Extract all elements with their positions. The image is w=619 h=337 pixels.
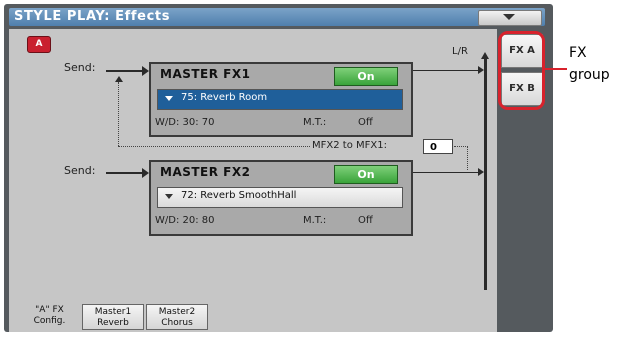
- arrow-right-icon: [142, 168, 149, 178]
- tab-label-line1: Master1: [94, 307, 132, 317]
- tab-a-fx-config[interactable]: "A" FX Config.: [19, 303, 80, 329]
- fx2-mt-label: M.T.:: [303, 215, 327, 226]
- dropdown-icon: [165, 194, 173, 199]
- fx-group-callout: FX group: [569, 42, 610, 86]
- send-2-label: Send:: [64, 164, 96, 177]
- mfx-link-line: [118, 146, 310, 147]
- mfx2-to-mfx1-label: MFX2 to MFX1:: [312, 140, 387, 151]
- master-fx2-title: MASTER FX2: [160, 165, 251, 179]
- tab-label-line2: Chorus: [161, 318, 193, 328]
- fx2-mt-value[interactable]: Off: [358, 215, 373, 226]
- send-1-label: Send:: [64, 61, 96, 74]
- tab-label-line2: Reverb: [97, 318, 129, 328]
- send-2-line: [106, 172, 144, 174]
- fx1-mt-value[interactable]: Off: [358, 117, 373, 128]
- fx2-wet-dry[interactable]: W/D: 20: 80: [155, 215, 215, 226]
- callout-line: [545, 68, 567, 70]
- fx1-preset-value: 75: Reverb Room: [181, 92, 268, 103]
- fx2-on-button[interactable]: On: [334, 165, 398, 184]
- tab-master2-chorus[interactable]: Master2 Chorus: [146, 304, 208, 330]
- tab-master1-reverb[interactable]: Master1 Reverb: [82, 304, 144, 330]
- fx1-output-line: [409, 70, 481, 71]
- fx-group-highlight: [498, 31, 545, 110]
- chevron-down-icon: [503, 14, 515, 20]
- send-1-line: [106, 70, 144, 72]
- callout-line2: group: [569, 67, 610, 83]
- arrow-right-icon: [478, 168, 484, 176]
- tab-label-line1: "A" FX: [35, 305, 64, 315]
- master-fx1-title: MASTER FX1: [160, 67, 251, 81]
- mfx-link-line: [467, 146, 468, 170]
- mfx-link-line: [454, 146, 468, 147]
- fx2-preset-value: 72: Reverb SmoothHall: [181, 190, 297, 201]
- tab-label-line2: Config.: [33, 316, 66, 326]
- mfx-link-line: [118, 82, 119, 146]
- arrow-up-icon: [481, 52, 489, 59]
- mfx2-to-mfx1-field[interactable]: 0: [423, 139, 453, 154]
- arrow-right-icon: [142, 66, 149, 76]
- output-bus-line: [484, 58, 487, 290]
- dropdown-icon: [165, 96, 173, 101]
- effect-group-badge: A: [27, 36, 51, 53]
- fx2-output-line: [409, 172, 481, 173]
- page-title: STYLE PLAY: Effects: [14, 9, 171, 24]
- fx1-mt-label: M.T.:: [303, 117, 327, 128]
- callout-line1: FX: [569, 45, 587, 61]
- lr-output-label: L/R: [452, 46, 468, 57]
- arrow-right-icon: [478, 66, 484, 74]
- fx1-on-button[interactable]: On: [334, 67, 398, 86]
- tab-label-line1: Master2: [158, 307, 196, 317]
- arrow-up-icon: [115, 76, 123, 82]
- fx1-wet-dry[interactable]: W/D: 30: 70: [155, 117, 215, 128]
